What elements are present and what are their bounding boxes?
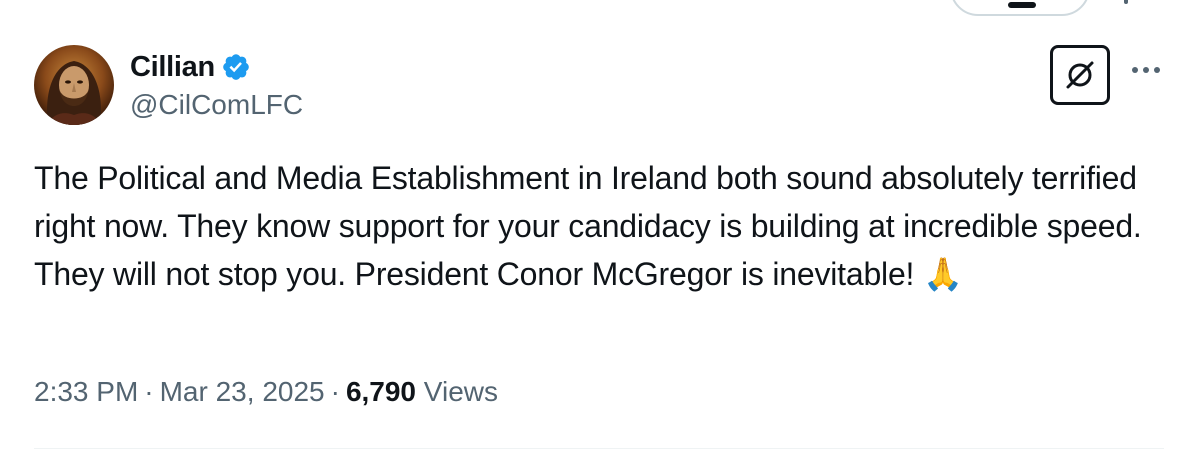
more-options-icon — [1132, 67, 1160, 73]
tweet-text: The Political and Media Establishment in… — [34, 154, 1154, 298]
divider — [34, 448, 1164, 449]
tweet-date[interactable]: Mar 23, 2025 — [160, 376, 325, 407]
name-row: Cillian — [130, 49, 303, 85]
tweet-body: The Political and Media Establishment in… — [34, 160, 1142, 292]
grok-button[interactable] — [1050, 45, 1110, 105]
tweet-view: Cillian @CilComLFC The Political and Med… — [0, 0, 1202, 452]
verified-badge-icon[interactable] — [221, 52, 251, 82]
tweet-time[interactable]: 2:33 PM — [34, 376, 138, 407]
avatar-image — [34, 45, 114, 125]
cropped-icon — [1124, 0, 1128, 4]
meta-separator: · — [144, 376, 154, 407]
cropped-pill-content — [1008, 2, 1036, 8]
author-handle[interactable]: @CilComLFC — [130, 89, 303, 121]
meta-separator: · — [330, 376, 340, 407]
praying-hands-emoji: 🙏 — [922, 255, 963, 293]
avatar[interactable] — [34, 45, 114, 125]
tweet-meta: 2:33 PM · Mar 23, 2025 · 6,790 Views — [34, 376, 498, 408]
views-label: Views — [423, 376, 498, 407]
author-display-name[interactable]: Cillian — [130, 51, 215, 84]
views-count[interactable]: 6,790 — [346, 376, 416, 407]
grok-icon — [1066, 61, 1094, 89]
tweet-header: Cillian @CilComLFC — [34, 44, 303, 126]
author-info: Cillian @CilComLFC — [130, 49, 303, 121]
cropped-pill-button[interactable] — [950, 0, 1090, 16]
more-options-button[interactable] — [1128, 58, 1164, 82]
